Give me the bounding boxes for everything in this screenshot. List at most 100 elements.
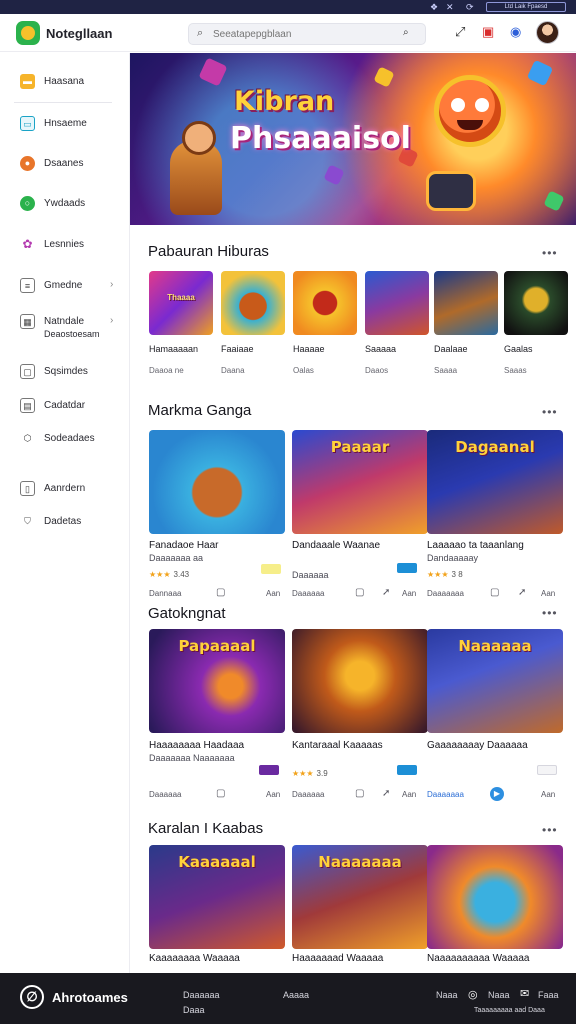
share-icon[interactable]: ➚ [382,788,390,799]
comment-icon[interactable]: ▢ [490,587,499,598]
game-card-image[interactable]: Naaaaaa [427,629,563,733]
card-title[interactable]: Haaaaaaaa Haadaaa [149,740,244,751]
card-action-label[interactable]: Dannaaa [149,589,181,598]
footer-link[interactable]: Naaa [488,990,510,1000]
footer-link[interactable]: Aaaaa [283,990,309,1000]
hero-object [426,171,476,211]
search-input[interactable] [213,26,383,42]
sidebar-item-hnsaeme[interactable]: ▭ Hnsaeme [0,111,130,137]
game-tile[interactable] [221,271,285,335]
card-action-label[interactable]: Daaaaaa [149,790,181,799]
comment-icon[interactable]: ▢ [216,587,225,598]
card-title[interactable]: Naaaaaaaaaa Waaaaa [427,953,530,964]
sidebar-item-dsaanes[interactable]: ● Dsaanes [0,151,130,177]
sync-icon[interactable]: ⟳ [466,2,474,13]
card-title[interactable]: Haaaaaaad Waaaaa [292,953,383,964]
sidebar-item-dadetas[interactable]: ⛉ Dadetas [0,509,130,535]
mail-icon[interactable]: ✉ [520,987,529,1000]
gem-decoration [526,59,554,87]
share-icon[interactable]: ➚ [382,587,390,598]
footer-link[interactable]: Naaa [436,990,458,1000]
sidebar-item-sodeadaes[interactable]: ⬡ Sodeadaes [0,426,130,452]
game-tile[interactable] [365,271,429,335]
avatar[interactable] [536,21,559,44]
notification-icon[interactable]: ▣ [482,24,494,40]
game-tile[interactable]: Thaaaa [149,271,213,335]
tile-name[interactable]: Saaaaa [365,344,396,354]
comment-icon[interactable]: ▢ [355,587,364,598]
tile-name[interactable]: Hamaaaaan [149,344,198,354]
card-title[interactable]: Kantaraaal Kaaaaas [292,740,383,751]
share-icon[interactable]: ➚ [518,587,526,598]
footer-logo[interactable]: ∅ [20,985,44,1009]
card-action-label[interactable]: Aan [266,790,280,799]
list-icon: ≡ [20,278,35,293]
search-submit-icon[interactable]: ⌕ [403,27,409,38]
game-tile[interactable] [293,271,357,335]
search-bar[interactable]: ⌕ ⌕ [188,23,426,45]
more-icon[interactable]: ••• [542,405,558,419]
card-action-label[interactable]: Daaaaaa [292,589,324,598]
sidebar-item-label: Cadatdar [44,400,86,411]
footer-link[interactable]: Daaaaaa [183,990,220,1000]
globe-icon[interactable]: ◉ [510,24,521,40]
card-subtitle: Daaaaaa [292,570,329,580]
card-action-label[interactable]: Aan [541,589,555,598]
card-title[interactable]: Kaaaaaaaa Waaaaa [149,953,240,964]
game-tile[interactable] [504,271,568,335]
sidebar-item-sqsimdes[interactable]: ▢ Sqsimdes [0,359,130,385]
settings-icon[interactable]: ◎ [468,988,478,1001]
game-card-image[interactable]: Dagaanal [427,430,563,534]
footer-legal[interactable]: Taaaaaaaaa aad Daaa [474,1007,545,1014]
footer-brand: Ahrotoames [52,990,128,1005]
system-bar: ❖ ✕ ⟳ Ltd Laik Fpaesd [0,0,576,14]
tile-name[interactable]: Haaaae [293,344,325,354]
card-title[interactable]: Laaaaao ta taaanlang [427,540,524,551]
more-icon[interactable]: ••• [542,606,558,620]
expand-icon[interactable]: ⤢ [455,24,465,40]
sidebar-item-ywdaads[interactable]: ○ Ywdaads [0,191,130,217]
card-action-label[interactable]: Daaaaaa [292,790,324,799]
card-title[interactable]: Fanadaoe Haar [149,540,219,551]
card-action-label[interactable]: Aan [402,790,416,799]
game-card-image[interactable]: Paaaar [292,430,428,534]
card-action-label[interactable]: Daaaaaaa [427,790,464,799]
footer-link[interactable]: Faaa [538,990,559,1000]
play-icon[interactable]: ▶ [490,787,504,801]
game-card-image[interactable] [427,845,563,949]
game-card-image[interactable]: Kaaaaaal [149,845,285,949]
comment-icon[interactable]: ▢ [216,788,225,799]
sidebar-item-haasana[interactable]: ▬ Haasana [0,69,130,95]
tile-name[interactable]: Daalaae [434,344,468,354]
sidebar-item-gmedne[interactable]: ≡ Gmedne › [0,273,130,299]
game-card-image[interactable] [149,430,285,534]
hero-banner[interactable]: Kibran Phsaaaisol [130,53,576,225]
tile-name[interactable]: Gaalas [504,344,533,354]
game-card-image[interactable] [292,629,428,733]
tag-badge [397,563,417,573]
more-icon[interactable]: ••• [542,823,558,837]
sidebar-item-cadatdar[interactable]: ▤ Cadatdar [0,393,130,419]
game-card-image[interactable]: Papaaaal [149,629,285,733]
comment-icon[interactable]: ▢ [355,788,364,799]
card-action-label[interactable]: Aan [266,589,280,598]
footer-link[interactable]: Daaa [183,1005,205,1015]
card-title[interactable]: Dandaaale Waanae [292,540,380,551]
sidebar-item-natndale[interactable]: ▦ Natndale Deaostoesam › [0,309,130,345]
game-tile[interactable] [434,271,498,335]
card-action-label[interactable]: Daaaaaaa [427,589,464,598]
hero-character [170,121,222,215]
share-icon[interactable]: ❖ [430,2,438,13]
search-icon: ⌕ [197,27,204,39]
card-action-label[interactable]: Aan [402,589,416,598]
app-logo[interactable] [16,21,40,45]
card-action-label[interactable]: Aan [541,790,555,799]
tile-name[interactable]: Faaiaae [221,344,254,354]
sidebar-item-lesnnies[interactable]: ✿ Lesnnies [0,232,130,258]
card-title[interactable]: Gaaaaaaaay Daaaaaa [427,740,528,751]
sidebar-item-aanrdern[interactable]: ▯ Aanrdern [0,476,130,502]
game-card-image[interactable]: Naaaaaaa [292,845,428,949]
more-icon[interactable]: ••• [542,246,558,260]
gem-decoration [198,57,228,87]
close-x-icon[interactable]: ✕ [446,2,454,13]
